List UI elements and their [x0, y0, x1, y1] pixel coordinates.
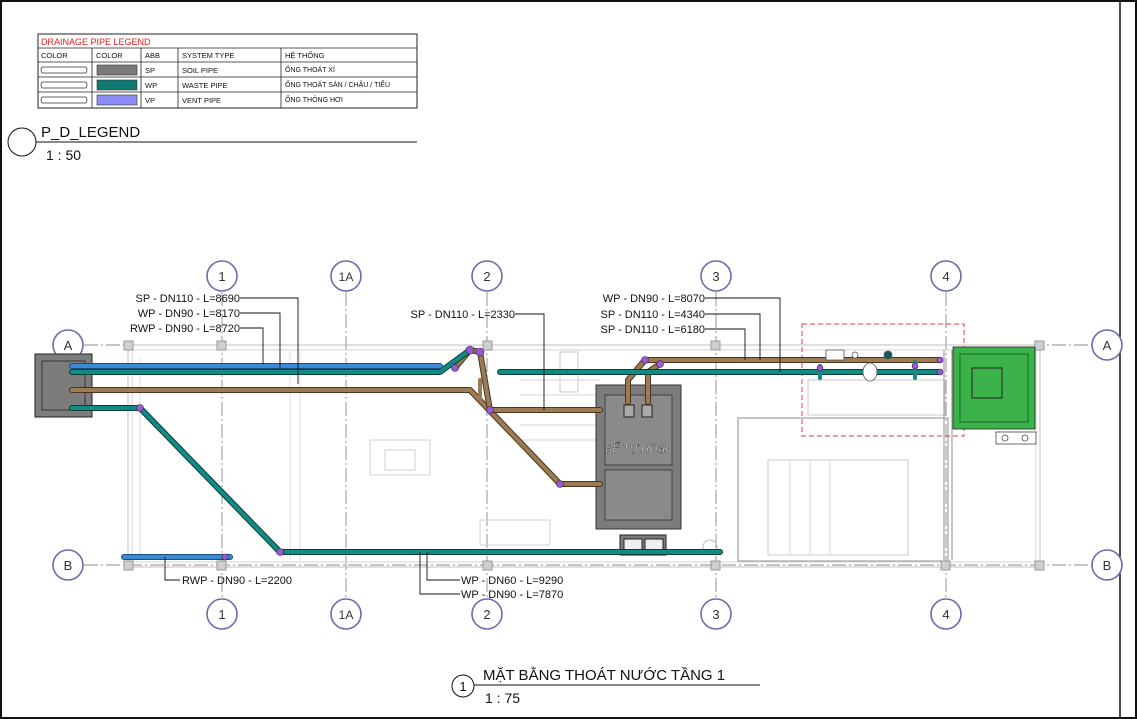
label-right-sp110-b: SP - DN110 - L=6180: [601, 324, 705, 336]
label-left-wp90: WP - DN90 - L=8170: [138, 308, 240, 320]
swatch-vent-pipe: [96, 94, 138, 106]
svg-text:B: B: [64, 558, 73, 573]
svg-text:4: 4: [942, 607, 949, 622]
legend-table: DRAINAGE PIPE LEGEND COLOR COLOR ABB SYS…: [37, 33, 418, 109]
grid-bubble-4-top: 4: [930, 260, 962, 292]
grid-bubble-1-top: 1: [206, 260, 238, 292]
svg-text:A: A: [1103, 338, 1112, 353]
svg-text:2: 2: [483, 607, 490, 622]
plan-title: MẶT BẰNG THOÁT NƯỚC TẦNG 1: [483, 666, 725, 684]
plan-scale: 1 : 75: [485, 690, 520, 706]
svg-text:B: B: [1103, 558, 1112, 573]
grid-bubble-3-top: 3: [700, 260, 732, 292]
legend-row-abb: VP: [145, 96, 155, 105]
label-left-rwp90: RWP - DN90 - L=8720: [130, 323, 240, 335]
swatch-soil-pipe: [96, 64, 138, 76]
svg-text:A: A: [64, 338, 73, 353]
svg-text:3: 3: [712, 269, 719, 284]
grid-bubble-a-right: A: [1091, 329, 1123, 361]
grid-bubble-b-right: B: [1091, 549, 1123, 581]
legend-row-system: VENT PIPE: [182, 96, 221, 105]
legend-header-color-2: COLOR: [96, 51, 123, 60]
legend-header-vn: HỆ THỐNG: [285, 50, 325, 60]
svg-text:1A: 1A: [339, 608, 354, 622]
grid-bubble-4-bottom: 4: [930, 598, 962, 630]
green-pit: [952, 346, 1036, 430]
valve-fitting-icon: [995, 431, 1037, 445]
legend-title: DRAINAGE PIPE LEGEND: [41, 37, 151, 47]
label-left-sp110: SP - DN110 - L=8690: [136, 293, 240, 305]
swatch-waste-pipe: [96, 79, 138, 91]
legend-header-color: COLOR: [41, 51, 68, 60]
svg-text:1: 1: [218, 607, 225, 622]
svg-text:3: 3: [712, 607, 719, 622]
view-bubble: [7, 127, 37, 157]
label-right-wp90: WP - DN90 - L=8070: [603, 293, 705, 305]
drawing-sheet: DRAINAGE PIPE LEGEND COLOR COLOR ABB SYS…: [0, 0, 1137, 719]
svg-text:1: 1: [218, 269, 225, 284]
label-bottom-rwp90: RWP - DN90 - L=2200: [182, 575, 292, 587]
legend-row-abb: SP: [145, 66, 155, 75]
grid-bubble-2-top: 2: [471, 260, 503, 292]
septic-tank: BỂ TỰ HOẠI: [595, 384, 682, 530]
legend-view-scale: 1 : 50: [46, 147, 81, 163]
legend-view-name: P_D_LEGEND: [41, 124, 140, 141]
grid-bubble-1a-top: 1A: [330, 260, 362, 292]
grid-bubble-2-bottom: 2: [471, 598, 503, 630]
plan-number: 1: [459, 679, 466, 694]
grid-bubble-b-left: B: [52, 549, 84, 581]
grid-bubble-1a-bottom: 1A: [330, 598, 362, 630]
svg-text:2: 2: [483, 269, 490, 284]
legend-row-system: WASTE PIPE: [182, 81, 228, 90]
legend-header-abb: ABB: [145, 51, 160, 60]
svg-text:4: 4: [942, 269, 949, 284]
label-right-sp110-a: SP - DN110 - L=4340: [601, 309, 705, 321]
label-mid-sp110: SP - DN110 - L=2330: [411, 309, 515, 321]
legend-header-system: SYSTEM TYPE: [182, 51, 234, 60]
svg-text:1A: 1A: [339, 270, 354, 284]
label-bottom-wp60: WP - DN60 - L=9290: [461, 575, 563, 587]
grid-bubble-3-bottom: 3: [700, 598, 732, 630]
legend-row-abb: WP: [145, 81, 157, 90]
septic-tank-label: BỂ TỰ HOẠI: [605, 442, 668, 455]
legend-row-system: SOIL PIPE: [182, 66, 218, 75]
grid-bubble-1-bottom: 1: [206, 598, 238, 630]
label-bottom-wp90: WP - DN90 - L=7870: [461, 589, 563, 601]
